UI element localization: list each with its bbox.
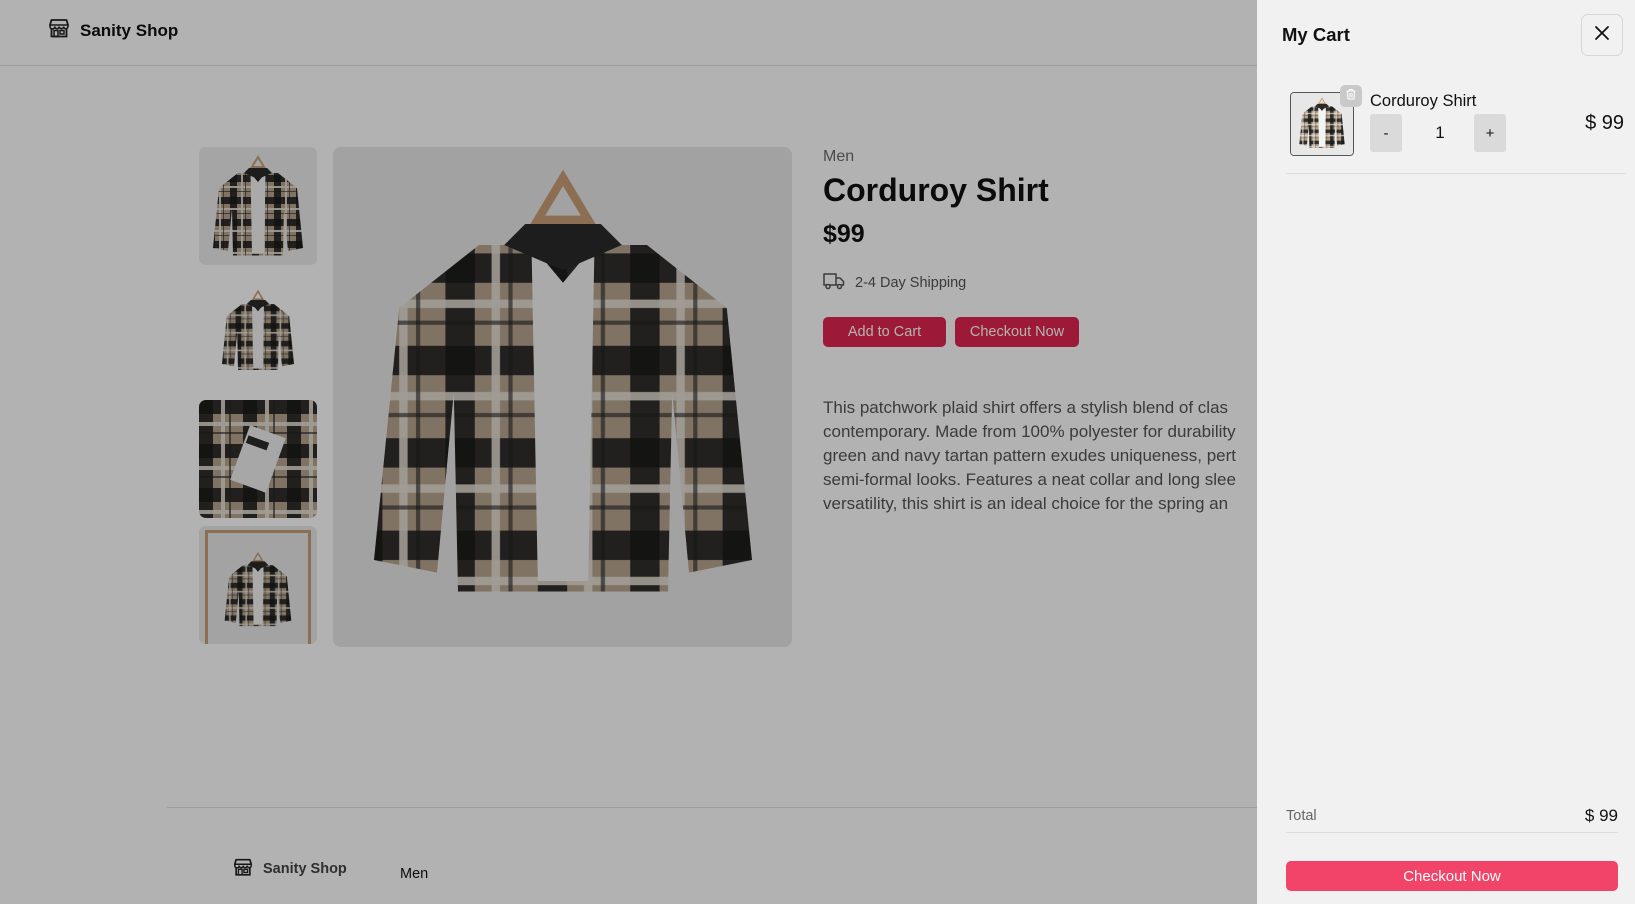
cart-checkout-button[interactable]: Checkout Now: [1286, 861, 1618, 891]
close-cart-button[interactable]: [1581, 14, 1623, 56]
close-icon: [1594, 25, 1610, 46]
quantity-value: 1: [1435, 123, 1445, 142]
total-label: Total: [1286, 808, 1317, 824]
decrease-quantity-button[interactable]: -: [1370, 114, 1402, 152]
cart-item-name: Corduroy Shirt: [1370, 92, 1477, 110]
remove-item-button[interactable]: [1340, 85, 1362, 107]
cart-total-row: Total $ 99: [1286, 806, 1618, 833]
cart-item-price: $ 99: [1585, 112, 1624, 134]
cart-drawer: My Cart Corduroy Shirt - 1 + $ 99 Total …: [1257, 0, 1635, 904]
trash-icon: [1345, 87, 1357, 105]
modal-backdrop[interactable]: [0, 0, 1257, 904]
cart-title: My Cart: [1282, 24, 1350, 45]
total-value: $ 99: [1584, 806, 1618, 825]
increase-quantity-button[interactable]: +: [1474, 114, 1506, 152]
cart-item: Corduroy Shirt - 1 + $ 99: [1286, 85, 1626, 174]
